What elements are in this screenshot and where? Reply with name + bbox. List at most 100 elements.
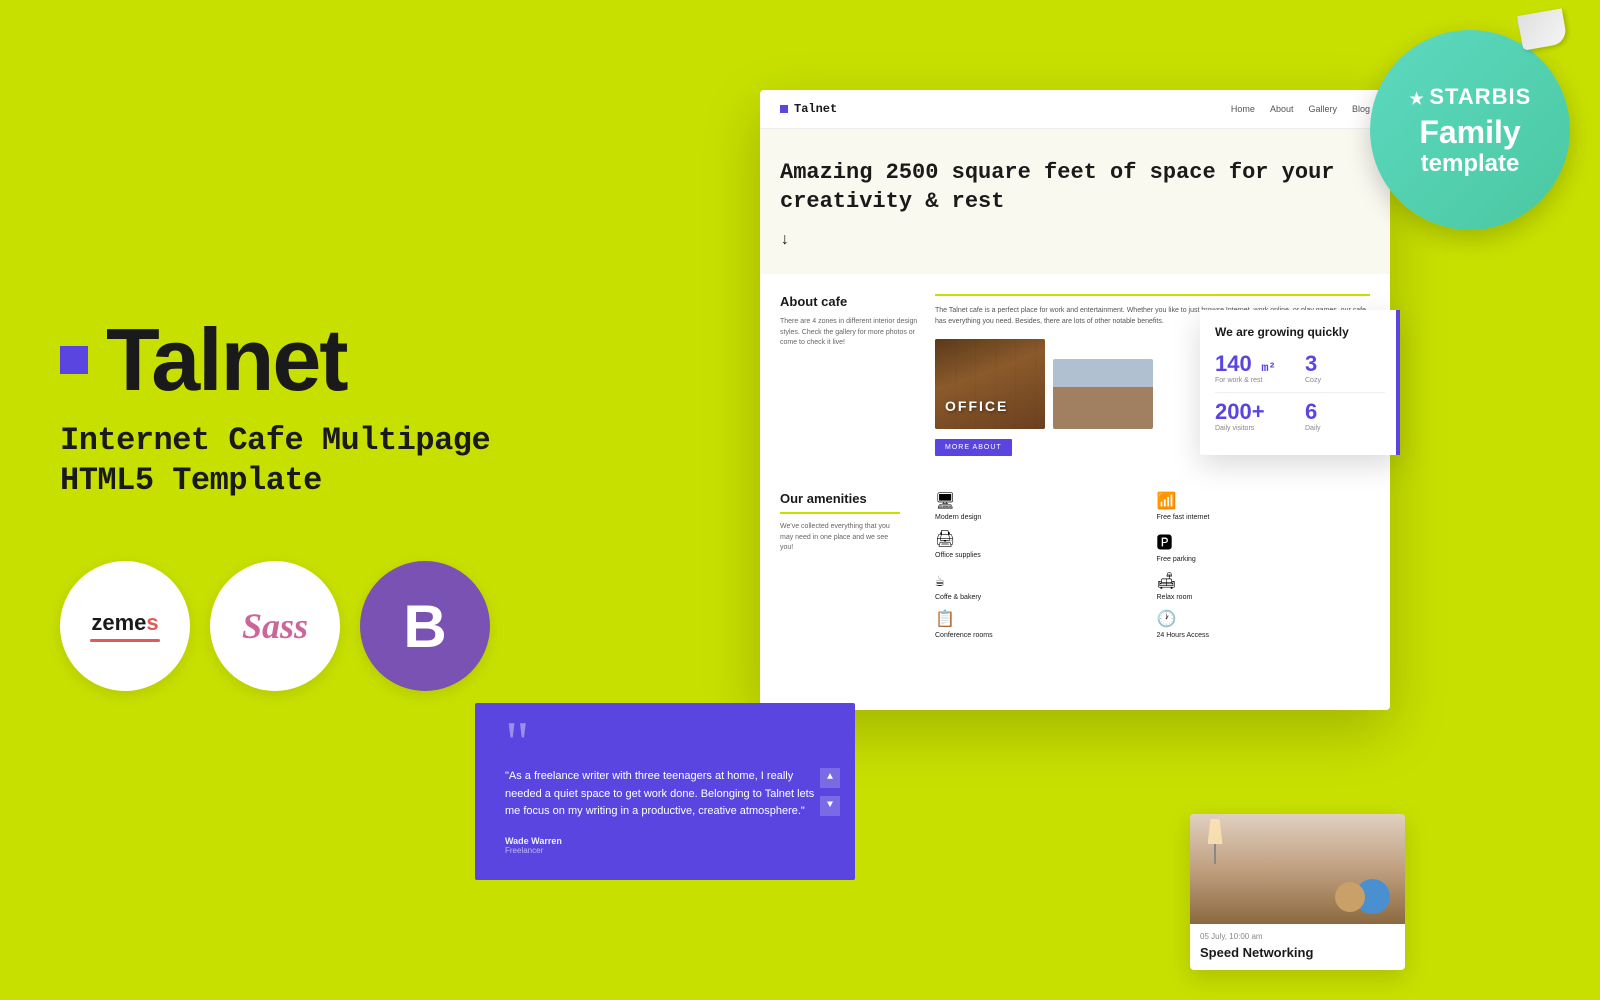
bootstrap-logo: B (360, 561, 490, 691)
preview-arrow: ↓ (780, 231, 1370, 249)
stat-daily: 6 Daily (1305, 399, 1385, 432)
amenity-relax: 🛋 Relax room (1157, 571, 1371, 601)
amenity-internet: 📶 Free fast internet (1157, 491, 1371, 521)
amenities-left: Our amenities We've collected everything… (780, 491, 900, 639)
zemes-text: zemes (90, 610, 160, 636)
nav-link-gallery[interactable]: Gallery (1308, 104, 1337, 114)
preview-office-image: OFFICE (935, 339, 1045, 429)
amenities-grid: 🖥 Modern design 📶 Free fast internet 🖨 O… (915, 491, 1370, 639)
stat-area-label: For work & rest (1215, 377, 1295, 384)
stat-visitors: 200+ Daily visitors (1215, 399, 1295, 432)
office-supplies-icon: 🖨 (935, 529, 955, 549)
sass-logo: Sass (210, 561, 340, 691)
preview-bikes-image (1053, 359, 1153, 429)
coffee-icon: ☕ (935, 571, 945, 591)
testimonial-role: Freelancer (505, 846, 825, 855)
internet-label: Free fast internet (1157, 514, 1210, 521)
nav-link-blog[interactable]: Blog (1352, 104, 1370, 114)
preview-amenities-inner: Our amenities We've collected everything… (780, 491, 1370, 639)
quote-mark: " (505, 728, 825, 758)
testimonial-author: Wade Warren (505, 836, 825, 846)
stats-row-2: 200+ Daily visitors 6 Daily (1215, 399, 1385, 432)
preview-about-left: About cafe There are 4 zones in differen… (780, 294, 920, 456)
badge-brand: STARBIS (1429, 84, 1531, 110)
zemes-logo: zemes (60, 561, 190, 691)
preview-about-line (935, 294, 1370, 296)
subtitle: Internet Cafe Multipage HTML5 Template (60, 421, 680, 501)
testimonial-text: "As a freelance writer with three teenag… (505, 768, 825, 821)
modern-design-label: Modern design (935, 514, 981, 521)
relax-icon: 🛋 (1157, 571, 1177, 591)
stats-row-1: 140 m² For work & rest 3 Cozy (1215, 351, 1385, 384)
amenity-access: 🕐 24 Hours Access (1157, 609, 1371, 639)
stat-cozy-label: Cozy (1305, 377, 1385, 384)
stat-daily-value: 6 (1305, 399, 1385, 425)
amenity-modern-design: 🖥 Modern design (935, 491, 1149, 521)
bike-silhouettes (1053, 359, 1153, 429)
bootstrap-b: B (403, 592, 446, 661)
amenities-grid-container: 🖥 Modern design 📶 Free fast internet 🖨 O… (915, 491, 1370, 639)
stats-title: We are growing quickly (1215, 325, 1385, 339)
internet-icon: 📶 (1157, 491, 1177, 511)
coffee-label: Coffe & bakery (935, 594, 981, 601)
stat-area-value: 140 m² (1215, 351, 1295, 377)
stat-cozy-value: 3 (1305, 351, 1385, 377)
stat-visitors-label: Daily visitors (1215, 425, 1295, 432)
preview-amenities: Our amenities We've collected everything… (760, 476, 1390, 654)
amenity-coffee: ☕ Coffe & bakery (935, 571, 1149, 601)
subtitle-line2: HTML5 Template (60, 462, 322, 499)
preview-about-left-text: There are 4 zones in different interior … (780, 317, 920, 349)
testimonial-next[interactable]: ▼ (820, 796, 840, 816)
stat-cozy: 3 Cozy (1305, 351, 1385, 384)
parking-label: Free parking (1157, 556, 1196, 563)
preview-hero-title: Amazing 2500 square feet of space for yo… (780, 159, 1370, 216)
preview-logo-square (780, 105, 788, 113)
access-icon: 🕐 (1157, 609, 1177, 629)
stat-area: 140 m² For work & rest (1215, 351, 1295, 384)
lamp-decoration (1200, 819, 1230, 869)
brand-square (60, 346, 88, 374)
office-label: OFFICE (945, 398, 1008, 414)
badge-template: template (1421, 150, 1520, 178)
testimonial-nav[interactable]: ▲ ▼ (820, 768, 840, 816)
preview-about-title: About cafe (780, 294, 920, 309)
networking-image (1190, 814, 1405, 924)
badge-family: Family (1419, 115, 1520, 150)
nav-link-home[interactable]: Home (1231, 104, 1255, 114)
tech-logos: zemes Sass B (60, 561, 680, 691)
preview-hero: Amazing 2500 square feet of space for yo… (760, 129, 1390, 274)
amenity-parking: 🅿 Free parking (1157, 529, 1371, 563)
amenity-conference: 📋 Conference rooms (935, 609, 1149, 639)
networking-title: Speed Networking (1190, 945, 1405, 970)
preview-nav-links: Home About Gallery Blog (1231, 104, 1370, 114)
modern-design-icon: 🖥 (935, 491, 955, 511)
relax-label: Relax room (1157, 594, 1193, 601)
more-about-button[interactable]: MORE ABOUT (935, 439, 1012, 456)
testimonial-prev[interactable]: ▲ (820, 768, 840, 788)
preview-logo-text: Talnet (794, 102, 837, 116)
zemes-underline (90, 639, 160, 642)
amenities-line (780, 512, 900, 514)
stats-divider (1215, 392, 1385, 393)
sass-text: Sass (242, 605, 308, 647)
preview-nav: Talnet Home About Gallery Blog (760, 90, 1390, 129)
testimonial-card: " "As a freelance writer with three teen… (475, 703, 855, 880)
starbis-badge[interactable]: ★ STARBIS Family template (1370, 30, 1570, 230)
conference-icon: 📋 (935, 609, 955, 629)
access-label: 24 Hours Access (1157, 632, 1210, 639)
amenity-office-supplies: 🖨 Office supplies (935, 529, 1149, 563)
brand-title: Talnet (106, 309, 347, 411)
stats-card: We are growing quickly 140 m² For work &… (1200, 310, 1400, 455)
nav-link-about[interactable]: About (1270, 104, 1294, 114)
preview-logo: Talnet (780, 102, 837, 116)
badge-star: ★ STARBIS (1409, 82, 1532, 113)
stats-accent (1396, 310, 1400, 455)
subtitle-line1: Internet Cafe Multipage (60, 422, 490, 459)
parking-icon: 🅿 (1157, 529, 1173, 553)
brand-mark: Talnet (60, 309, 680, 411)
testimonial-author-block: Wade Warren Freelancer (505, 836, 825, 855)
networking-date: 05 July, 10:00 am (1190, 924, 1405, 945)
star-icon: ★ (1409, 82, 1425, 113)
amenities-description: We've collected everything that you may … (780, 522, 900, 554)
stat-daily-label: Daily (1305, 425, 1385, 432)
